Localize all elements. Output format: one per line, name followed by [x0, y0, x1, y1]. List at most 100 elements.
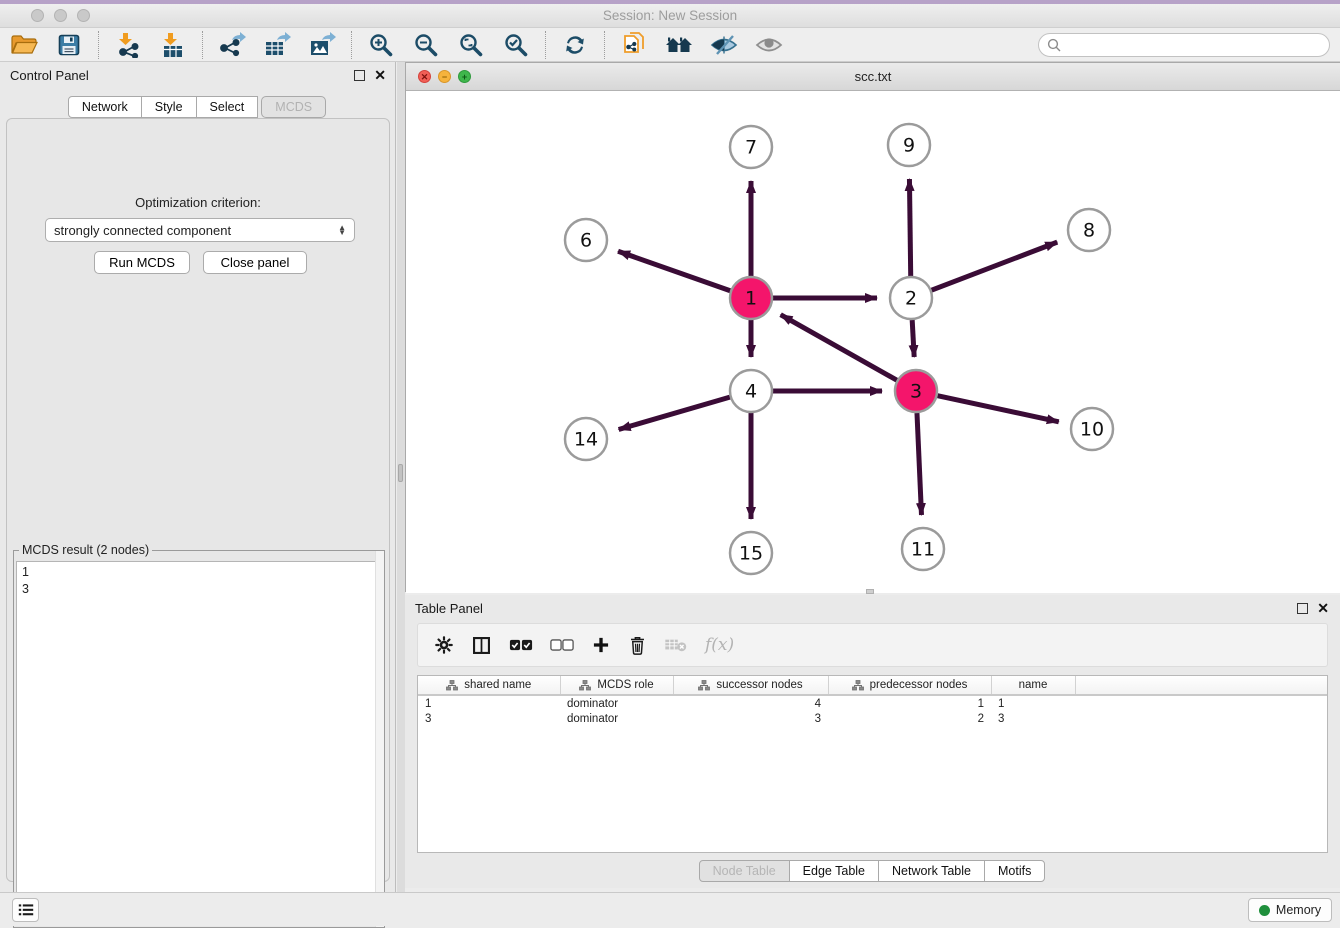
network-view-window: ✕ − + scc.txt 1234678910111415 — [405, 62, 1340, 592]
add-icon[interactable] — [591, 632, 611, 658]
delete-table-icon — [664, 632, 688, 658]
graph-edge-1-6[interactable] — [618, 251, 730, 290]
zoom-in-icon[interactable] — [365, 30, 397, 60]
copy-network-icon[interactable] — [618, 30, 650, 60]
graph-edge-3-10[interactable] — [938, 396, 1059, 422]
column-header-successor-nodes[interactable]: successor nodes — [673, 676, 828, 695]
table-cell[interactable]: 3 — [418, 711, 560, 727]
result-scrollbar[interactable] — [375, 551, 384, 927]
import-network-icon[interactable] — [112, 30, 144, 60]
hide-selected-icon[interactable] — [708, 30, 740, 60]
table-cell[interactable]: 1 — [828, 695, 991, 711]
save-session-icon[interactable] — [53, 30, 85, 60]
column-sort-icon — [446, 680, 458, 691]
table-cell[interactable]: 2 — [828, 711, 991, 727]
graph-node-label-11: 11 — [911, 539, 935, 561]
tab-network[interactable]: Network — [68, 96, 142, 118]
main-toolbar — [0, 28, 1340, 62]
import-table-icon[interactable] — [157, 30, 189, 60]
graph-node-label-2: 2 — [905, 288, 917, 310]
table-cell[interactable]: 4 — [673, 695, 828, 711]
table-cell[interactable]: dominator — [560, 711, 673, 727]
zoom-selected-icon[interactable] — [500, 30, 532, 60]
table-panel-header: Table Panel ✕ — [405, 595, 1340, 621]
tab-edge-table[interactable]: Edge Table — [789, 860, 879, 882]
table-row[interactable]: 1dominator411 — [418, 695, 1327, 711]
function-builder-icon: f(x) — [705, 632, 734, 658]
select-all-icon[interactable] — [509, 632, 533, 658]
home-networks-icon[interactable] — [663, 30, 695, 60]
network-window-titlebar[interactable]: ✕ − + scc.txt — [406, 63, 1340, 91]
tab-mcds[interactable]: MCDS — [261, 96, 326, 118]
table-cell[interactable]: dominator — [560, 695, 673, 711]
graph-edge-2-3[interactable] — [912, 320, 914, 357]
network-canvas[interactable]: 1234678910111415 — [406, 91, 1340, 593]
graph-node-label-9: 9 — [903, 135, 915, 157]
column-sort-icon — [579, 680, 591, 691]
tab-node-table[interactable]: Node Table — [699, 860, 790, 882]
divider-handle-icon[interactable] — [398, 464, 403, 482]
close-panel-icon[interactable]: ✕ — [374, 67, 386, 84]
node-table[interactable]: shared nameMCDS rolesuccessor nodesprede… — [417, 675, 1328, 853]
graph-edge-2-8[interactable] — [932, 242, 1058, 290]
search-input[interactable] — [1061, 38, 1311, 52]
mcds-result-line: 1 — [22, 564, 376, 581]
table-cell[interactable]: 1 — [991, 695, 1075, 711]
refresh-layout-icon[interactable] — [559, 30, 591, 60]
column-header-predecessor-nodes[interactable]: predecessor nodes — [828, 676, 991, 695]
column-header-MCDS-role[interactable]: MCDS role — [560, 676, 673, 695]
close-table-panel-icon[interactable]: ✕ — [1317, 600, 1329, 617]
search-box[interactable] — [1038, 33, 1330, 57]
criterion-select[interactable]: strongly connected component ▲▼ — [45, 218, 355, 242]
graph-node-label-8: 8 — [1083, 220, 1095, 242]
memory-button[interactable]: Memory — [1248, 898, 1332, 922]
table-row[interactable]: 3dominator323 — [418, 711, 1327, 727]
run-mcds-button[interactable]: Run MCDS — [94, 251, 190, 274]
float-table-panel-icon[interactable] — [1297, 603, 1308, 614]
show-selected-icon[interactable] — [753, 30, 785, 60]
export-network-icon[interactable] — [216, 30, 248, 60]
mcds-result-text[interactable]: 13 — [16, 561, 382, 925]
panel-split-divider[interactable] — [397, 62, 405, 892]
graph-node-label-4: 4 — [745, 381, 757, 403]
graph-edge-2-9[interactable] — [909, 179, 910, 276]
tab-select[interactable]: Select — [196, 96, 259, 118]
table-cell-filler — [1075, 711, 1327, 727]
control-panel-tabs: NetworkStyleSelectMCDS — [0, 96, 395, 118]
table-cell-filler — [1075, 695, 1327, 711]
zoom-fit-icon[interactable] — [455, 30, 487, 60]
table-toolbar: f(x) — [417, 623, 1328, 667]
open-session-icon[interactable] — [8, 30, 40, 60]
search-icon — [1047, 38, 1061, 52]
table-cell[interactable]: 3 — [673, 711, 828, 727]
network-window-title: scc.txt — [406, 69, 1340, 84]
graph-edge-3-1[interactable] — [781, 315, 897, 381]
column-header-shared-name[interactable]: shared name — [418, 676, 560, 695]
column-sort-icon — [698, 680, 710, 691]
graph-node-label-6: 6 — [580, 230, 592, 252]
column-header-name[interactable]: name — [991, 676, 1075, 695]
export-image-icon[interactable] — [306, 30, 338, 60]
deselect-all-icon[interactable] — [550, 632, 574, 658]
gear-icon[interactable] — [434, 632, 454, 658]
tab-style[interactable]: Style — [141, 96, 197, 118]
mcds-result-group: MCDS result (2 nodes) 13 — [13, 550, 385, 928]
tab-motifs[interactable]: Motifs — [984, 860, 1045, 882]
graph-node-label-1: 1 — [745, 288, 757, 310]
zoom-out-icon[interactable] — [410, 30, 442, 60]
tab-network-table[interactable]: Network Table — [878, 860, 985, 882]
vertical-split-handle[interactable] — [866, 589, 874, 594]
graph-edge-3-11[interactable] — [917, 413, 922, 515]
column-view-icon[interactable] — [471, 632, 492, 658]
close-panel-button[interactable]: Close panel — [203, 251, 307, 274]
graph-edge-4-14[interactable] — [619, 397, 730, 429]
network-graph[interactable]: 1234678910111415 — [406, 91, 1340, 593]
window-titlebar: Session: New Session — [0, 4, 1340, 28]
table-cell[interactable]: 3 — [991, 711, 1075, 727]
delete-icon[interactable] — [628, 632, 647, 658]
table-cell[interactable]: 1 — [418, 695, 560, 711]
export-table-icon[interactable] — [261, 30, 293, 60]
float-panel-icon[interactable] — [354, 70, 365, 81]
control-panel-title: Control Panel — [10, 68, 89, 83]
task-history-button[interactable] — [12, 898, 39, 922]
